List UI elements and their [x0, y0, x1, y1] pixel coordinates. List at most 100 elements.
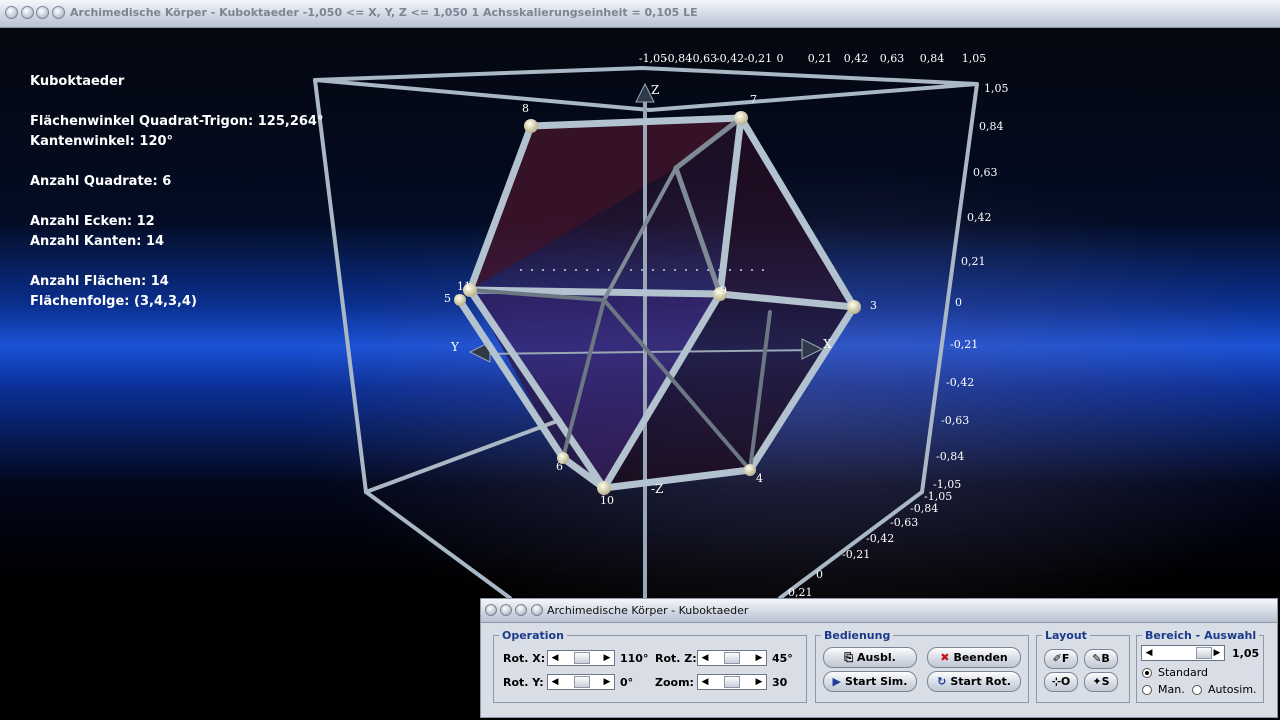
panel-minimize-button[interactable] — [500, 604, 512, 616]
bedienung-legend: Bedienung — [824, 629, 891, 642]
window-menu-button[interactable] — [5, 6, 18, 19]
maximize-button[interactable] — [36, 6, 49, 19]
layout-legend: Layout — [1045, 629, 1087, 642]
right-tick-label: 0 — [955, 296, 962, 309]
top-tick-label: 0 — [776, 52, 784, 65]
operation-group: Operation — [493, 629, 807, 703]
rot-y-left-arrow-icon[interactable]: ◀ — [549, 676, 561, 688]
eraser-icon: ✦ — [1092, 675, 1102, 688]
edge-count: Anzahl Kanten: 14 — [30, 234, 165, 249]
bereich-value: 1,05 — [1232, 647, 1260, 660]
top-tick-label: -0,21 — [743, 52, 773, 65]
zoom-label: Zoom: — [655, 676, 694, 689]
beenden-label: Beenden — [953, 651, 1008, 664]
top-tick-label: -0,63 — [688, 52, 718, 65]
layout-f-button[interactable]: ✐F — [1044, 649, 1078, 669]
layout-o-label: O — [1060, 675, 1071, 688]
solid-name: Kuboktaeder — [30, 74, 125, 89]
close-button[interactable] — [52, 6, 65, 19]
rot-y-slider[interactable]: ◀ ▶ — [547, 674, 615, 690]
rot-y-thumb[interactable] — [574, 676, 590, 688]
zoom-right-arrow-icon[interactable]: ▶ — [753, 676, 765, 688]
rot-z-right-arrow-icon[interactable]: ▶ — [753, 652, 765, 664]
layout-s-button[interactable]: ✦S — [1084, 672, 1118, 692]
rot-z-thumb[interactable] — [724, 652, 740, 664]
panel-titlebar: Archimedische Körper - Kuboktaeder — [481, 599, 1277, 623]
panel-title: Archimedische Körper - Kuboktaeder — [547, 604, 749, 617]
top-tick-label: -0,42 — [715, 52, 745, 65]
start-sim-button[interactable]: ▶ Start Sim. — [823, 671, 917, 692]
rotate-icon: ↻ — [937, 675, 947, 688]
rot-z-label: Rot. Z: — [655, 652, 697, 665]
vertex-label: 7 — [750, 93, 757, 106]
brush-icon: ✐ — [1052, 652, 1062, 665]
rot-y-right-arrow-icon[interactable]: ▶ — [601, 676, 613, 688]
top-tick-label: 1,05 — [961, 52, 987, 65]
vertex-count: Anzahl Ecken: 12 — [30, 214, 155, 229]
top-tick-label: 0,84 — [919, 52, 945, 65]
zoom-slider[interactable]: ◀ ▶ — [697, 674, 767, 690]
ausblenden-button[interactable]: ⎘ Ausbl. — [823, 647, 917, 668]
depth-tick-label: -0,84 — [910, 502, 939, 515]
panel-maximize-button[interactable] — [515, 604, 527, 616]
vertex-label: 4 — [756, 472, 763, 485]
layout-s-label: S — [1101, 675, 1110, 688]
start-rot-label: Start Rot. — [950, 675, 1011, 688]
edge-angle: Kantenwinkel: 120° — [30, 134, 174, 149]
crosshair-icon: ⊹ — [1051, 675, 1061, 688]
rot-z-left-arrow-icon[interactable]: ◀ — [699, 652, 711, 664]
operation-legend: Operation — [502, 629, 564, 642]
standard-radio[interactable] — [1142, 668, 1152, 678]
y-axis-label: Y — [451, 340, 459, 354]
vertex-label: 5 — [444, 292, 451, 305]
autosim-label: Autosim. — [1208, 683, 1257, 696]
bereich-right-arrow-icon[interactable]: ▶ — [1211, 647, 1223, 659]
rot-x-value: 110° — [620, 652, 649, 665]
layout-f-label: F — [1061, 652, 1070, 665]
rot-x-right-arrow-icon[interactable]: ▶ — [601, 652, 613, 664]
right-tick-label: -0,84 — [936, 450, 965, 463]
standard-label: Standard — [1158, 666, 1209, 679]
ausblenden-label: Ausbl. — [857, 651, 896, 664]
start-rot-button[interactable]: ↻ Start Rot. — [927, 671, 1021, 692]
rot-x-thumb[interactable] — [574, 652, 590, 664]
bereich-legend: Bereich - Auswahl — [1145, 629, 1257, 642]
panel-close-button[interactable] — [531, 604, 543, 616]
face-square-front — [470, 118, 741, 294]
minimize-button[interactable] — [21, 6, 34, 19]
right-tick-label: 0,42 — [967, 211, 992, 224]
layout-b-button[interactable]: ✎B — [1084, 649, 1118, 669]
bereich-left-arrow-icon[interactable]: ◀ — [1143, 647, 1155, 659]
control-panel: Archimedische Körper - Kuboktaeder Opera… — [480, 598, 1278, 718]
right-tick-label: -0,21 — [950, 338, 979, 351]
depth-tick-label: -0,21 — [842, 548, 871, 561]
man-radio[interactable] — [1142, 685, 1152, 695]
autosim-radio[interactable] — [1192, 685, 1202, 695]
zoom-value: 30 — [772, 676, 788, 689]
rot-x-slider[interactable]: ◀ ▶ — [547, 650, 615, 666]
bereich-thumb[interactable] — [1196, 647, 1212, 659]
right-tick-label: 1,05 — [984, 82, 1009, 95]
dihedral-angle: Flächenwinkel Quadrat-Trigon: 125,264° — [30, 114, 324, 129]
rot-x-label: Rot. X: — [503, 652, 546, 665]
vertex-label: 10 — [600, 494, 614, 507]
bereich-slider[interactable]: ◀ ▶ — [1141, 645, 1225, 661]
rot-z-slider[interactable]: ◀ ▶ — [697, 650, 767, 666]
top-tick-label: 0,21 — [807, 52, 833, 65]
rot-x-left-arrow-icon[interactable]: ◀ — [549, 652, 561, 664]
layout-b-label: B — [1101, 652, 1110, 665]
rot-z-value: 45° — [772, 652, 793, 665]
zoom-left-arrow-icon[interactable]: ◀ — [699, 676, 711, 688]
top-tick-label: 0,42 — [843, 52, 869, 65]
layout-o-button[interactable]: ⊹O — [1044, 672, 1078, 692]
man-label: Man. — [1158, 683, 1185, 696]
zoom-thumb[interactable] — [724, 676, 740, 688]
panel-menu-button[interactable] — [485, 604, 497, 616]
square-count: Anzahl Quadrate: 6 — [30, 174, 172, 189]
window-title: Archimedische Körper - Kuboktaeder -1,05… — [70, 6, 698, 19]
beenden-button[interactable]: ✖ Beenden — [927, 647, 1021, 668]
info-panel: Kuboktaeder Flächenwinkel Quadrat-Trigon… — [30, 72, 323, 312]
start-sim-label: Start Sim. — [845, 675, 908, 688]
vertex-label: 3 — [870, 299, 877, 312]
neg-z-axis-label: -Z — [651, 482, 664, 496]
